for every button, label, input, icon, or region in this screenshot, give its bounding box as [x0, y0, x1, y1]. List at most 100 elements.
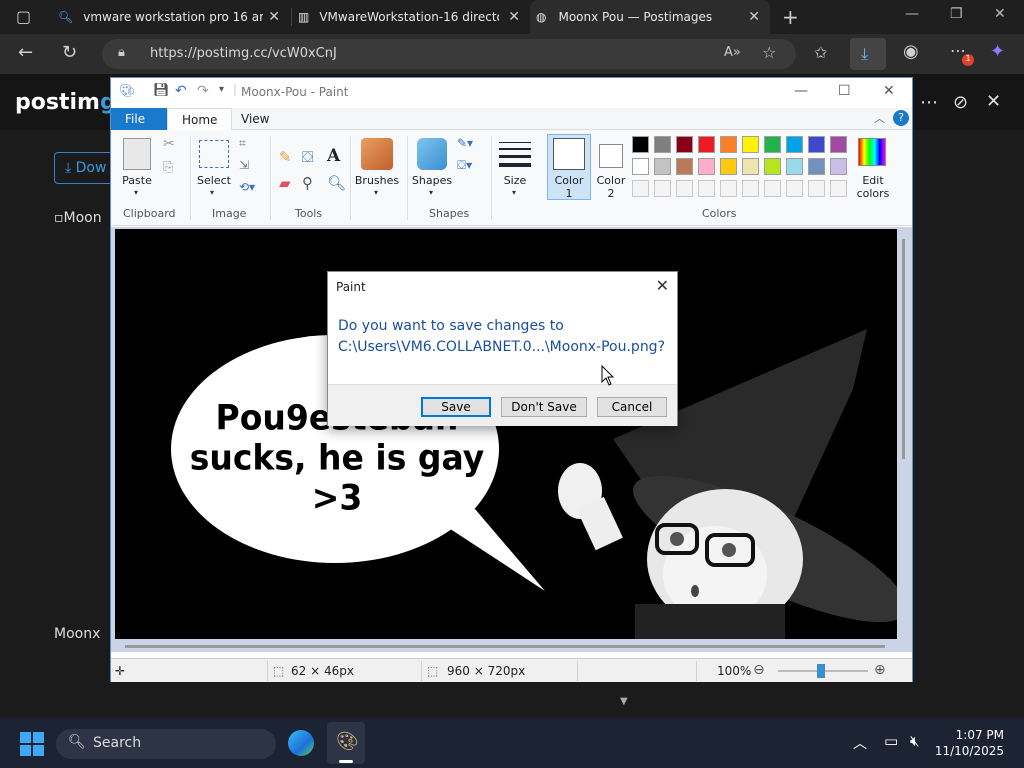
help-icon[interactable]: ?	[893, 110, 909, 126]
tab-actions-icon[interactable]: ▢	[16, 7, 31, 26]
taskbar-search[interactable]: 🔍︎ Search	[56, 729, 276, 759]
pencil-icon[interactable]: ✎	[279, 148, 292, 166]
select-icon[interactable]	[199, 140, 229, 168]
address-bar[interactable]: 🔒︎ https://postimg.cc/vcW0xCnJ A» ☆	[102, 39, 796, 69]
custom-color-slot[interactable]	[742, 180, 759, 197]
brush-icon[interactable]	[361, 138, 393, 170]
favorites-icon[interactable]: ✩	[814, 43, 827, 62]
cut-icon[interactable]: ✂	[163, 136, 175, 152]
horizontal-scrollbar[interactable]	[125, 645, 885, 648]
rotate-icon[interactable]: ⟲▾	[239, 180, 255, 194]
color2-label[interactable]: Color 2	[589, 174, 633, 200]
profile-icon[interactable]: ◉	[903, 41, 919, 62]
fill-icon[interactable]: ⛋	[302, 148, 313, 166]
palette-swatch[interactable]	[786, 136, 803, 153]
edge-icon[interactable]	[288, 730, 314, 756]
palette-swatch[interactable]	[676, 158, 693, 175]
size-button[interactable]: Size	[495, 174, 535, 187]
tab-home[interactable]: Home	[167, 108, 233, 131]
collapse-ribbon-icon[interactable]: ︿	[874, 110, 885, 126]
tab-file[interactable]: File	[111, 108, 167, 130]
copy-icon[interactable]: ⎘	[163, 160, 173, 175]
start-button[interactable]	[20, 732, 44, 756]
cancel-button[interactable]: Cancel	[597, 397, 667, 417]
redo-icon[interactable]: ↷	[197, 83, 209, 99]
edit-colors-button[interactable]: Edit colors	[849, 174, 897, 200]
scroll-thumb[interactable]	[902, 239, 905, 459]
palette-swatch[interactable]	[742, 158, 759, 175]
tab-view[interactable]: View	[227, 108, 283, 130]
custom-color-slot[interactable]	[808, 180, 825, 197]
download-button[interactable]: ⤓ Dow	[54, 152, 114, 184]
show-hidden-icons-icon[interactable]: ︿	[853, 733, 867, 753]
palette-swatch[interactable]	[654, 158, 671, 175]
zoom-slider-thumb[interactable]	[817, 664, 825, 678]
read-aloud-icon[interactable]: A»	[724, 45, 741, 60]
palette-swatch[interactable]	[720, 136, 737, 153]
palette-swatch[interactable]	[764, 136, 781, 153]
new-tab-icon[interactable]: +	[782, 5, 799, 29]
palette-swatch[interactable]	[808, 158, 825, 175]
favorite-star-icon[interactable]: ☆	[762, 43, 776, 62]
volume-muted-icon[interactable]: 🔇︎	[910, 732, 919, 750]
custom-color-slot[interactable]	[720, 180, 737, 197]
refresh-icon[interactable]: ↻	[62, 42, 77, 63]
shapes-icon[interactable]	[417, 138, 447, 170]
paint-maximize-icon[interactable]: ☐	[838, 83, 851, 99]
display-icon[interactable]: ▭	[884, 732, 898, 750]
brushes-button[interactable]: Brushes	[351, 174, 403, 187]
dialog-close-icon[interactable]: ✕	[656, 276, 669, 295]
palette-swatch[interactable]	[676, 136, 693, 153]
close-window-icon[interactable]: ✕	[994, 6, 1006, 22]
customize-qat-icon[interactable]: ▾	[219, 84, 224, 95]
outline-icon[interactable]: ✎▾	[457, 136, 473, 150]
paste-icon[interactable]	[123, 138, 151, 170]
custom-color-slot[interactable]	[830, 180, 847, 197]
custom-color-slot[interactable]	[698, 180, 715, 197]
palette-swatch[interactable]	[808, 136, 825, 153]
select-dropdown-icon[interactable]: ▾	[210, 188, 214, 197]
select-button[interactable]: Select	[193, 174, 235, 187]
site-logo[interactable]: postimg	[15, 90, 116, 115]
tab-vmware-directory[interactable]: ▥ VMwareWorkstation-16 directory ✕	[292, 0, 530, 34]
lock-icon[interactable]: 🔒︎	[118, 45, 125, 60]
size-dropdown-icon[interactable]: ▾	[512, 188, 516, 197]
color-picker-icon[interactable]: ⚲	[302, 174, 313, 192]
text-tool-icon[interactable]: A	[327, 146, 340, 166]
custom-color-slot[interactable]	[786, 180, 803, 197]
zoom-out-icon[interactable]: ⊖	[753, 662, 765, 678]
custom-color-slot[interactable]	[654, 180, 671, 197]
shape-fill-icon[interactable]: ⛋▾	[457, 158, 472, 173]
palette-swatch[interactable]	[698, 136, 715, 153]
zoom-in-icon[interactable]: ⊕	[874, 662, 886, 678]
palette-swatch[interactable]	[742, 136, 759, 153]
palette-swatch[interactable]	[720, 158, 737, 175]
close-panel-icon[interactable]: ✕	[986, 91, 1001, 112]
palette-swatch[interactable]	[830, 136, 847, 153]
edit-colors-icon[interactable]	[858, 138, 886, 166]
quick-save-icon[interactable]: 💾︎	[153, 83, 170, 98]
restore-icon[interactable]: ❐	[950, 6, 963, 22]
tab-postimages[interactable]: ◍ Moonx Pou — Postimages ✕	[530, 0, 770, 34]
palette-swatch[interactable]	[698, 158, 715, 175]
palette-swatch[interactable]	[830, 158, 847, 175]
custom-color-slot[interactable]	[632, 180, 649, 197]
shapes-button[interactable]: Shapes	[409, 174, 455, 187]
custom-color-slot[interactable]	[764, 180, 781, 197]
custom-color-slot[interactable]	[676, 180, 693, 197]
undo-icon[interactable]: ↶	[175, 83, 187, 99]
palette-swatch[interactable]	[632, 158, 649, 175]
vertical-scrollbar[interactable]	[899, 233, 907, 643]
dont-save-button[interactable]: Don't Save	[501, 397, 587, 417]
copilot-icon[interactable]: ✦	[990, 41, 1005, 62]
crop-icon[interactable]: ⌗	[239, 136, 246, 151]
paste-button[interactable]: Paste	[117, 174, 157, 187]
save-button[interactable]: Save	[421, 397, 491, 417]
brushes-dropdown-icon[interactable]: ▾	[374, 188, 378, 197]
pin-off-icon[interactable]: ⊘	[953, 92, 968, 113]
tab-vmware-archive[interactable]: 🔍︎ vmware workstation pro 16 archi ✕	[52, 0, 290, 34]
eraser-icon[interactable]: ▰	[279, 174, 291, 192]
close-tab-icon[interactable]: ✕	[508, 9, 520, 25]
scroll-down-icon[interactable]: ▼	[620, 696, 628, 707]
paint-taskbar-button[interactable]: 🎨︎	[327, 722, 365, 764]
